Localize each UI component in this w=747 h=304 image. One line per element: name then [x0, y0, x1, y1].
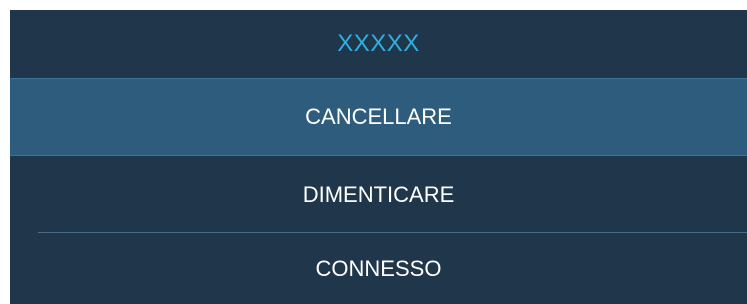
menu-item-label: CONNESSO — [315, 255, 442, 281]
wifi-options-menu: XXXXX CANCELLARE DIMENTICARE CONNESSO — [10, 10, 747, 304]
menu-item-label: DIMENTICARE — [302, 181, 455, 207]
menu-item-connesso[interactable]: CONNESSO — [10, 233, 747, 304]
menu-item-cancellare[interactable]: CANCELLARE — [10, 78, 747, 156]
menu-title: XXXXX — [337, 30, 420, 57]
menu-item-dimenticare[interactable]: DIMENTICARE — [10, 157, 747, 232]
menu-item-label: CANCELLARE — [305, 104, 452, 129]
